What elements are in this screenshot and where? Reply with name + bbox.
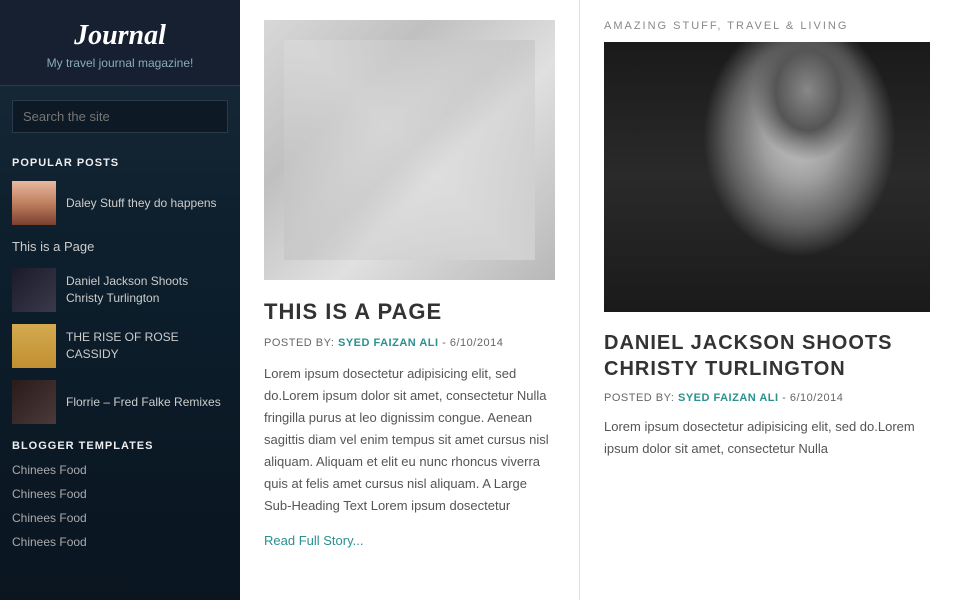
meta-date: - 6/10/2014 [442, 337, 503, 349]
right-article: AMAZING STUFF, TRAVEL & LIVING DANIEL JA… [580, 0, 954, 600]
read-more-link[interactable]: Read Full Story... [264, 533, 555, 548]
center-article: THIS IS A PAGE POSTED BY: SYED FAIZAN AL… [240, 0, 580, 600]
meta-prefix: POSTED BY: [264, 337, 334, 349]
right-meta-date: - 6/10/2014 [782, 392, 843, 404]
right-article-body: Lorem ipsum dosectetur adipisicing elit,… [604, 416, 930, 460]
blogger-link-4[interactable]: Chinees Food [0, 530, 240, 554]
post-thumb-3 [12, 324, 56, 368]
blogger-templates-label: BLOGGER TEMPLATES [0, 430, 240, 458]
right-article-meta: POSTED BY: SYED FAIZAN ALI - 6/10/2014 [604, 392, 930, 404]
sidebar-header: Journal My travel journal magazine! [0, 0, 240, 86]
site-subtitle: My travel journal magazine! [15, 56, 225, 70]
search-input[interactable] [12, 100, 228, 133]
article-image [264, 20, 555, 280]
article-body: Lorem ipsum dosectetur adipisicing elit,… [264, 363, 555, 518]
post-thumb-4 [12, 380, 56, 424]
right-photo [604, 42, 930, 312]
post-title-3: THE RISE OF ROSE CASSIDY [66, 329, 228, 363]
right-meta-prefix: POSTED BY: [604, 392, 674, 404]
sidebar: Journal My travel journal magazine! POPU… [0, 0, 240, 600]
search-box[interactable] [12, 100, 228, 133]
blogger-link-3[interactable]: Chinees Food [0, 506, 240, 530]
post-thumb-1 [12, 181, 56, 225]
popular-post-4[interactable]: Florrie – Fred Falke Remixes [0, 374, 240, 430]
main-content: THIS IS A PAGE POSTED BY: SYED FAIZAN AL… [240, 0, 954, 600]
blogger-link-2[interactable]: Chinees Food [0, 482, 240, 506]
post-thumb-2 [12, 268, 56, 312]
post-title-1: Daley Stuff they do happens [66, 195, 217, 212]
right-meta-author: SYED FAIZAN ALI [678, 392, 779, 404]
article-meta: POSTED BY: SYED FAIZAN ALI - 6/10/2014 [264, 337, 555, 349]
popular-post-1[interactable]: Daley Stuff they do happens [0, 175, 240, 231]
popular-post-2[interactable]: Daniel Jackson Shoots Christy Turlington [0, 262, 240, 318]
meta-author: SYED FAIZAN ALI [338, 337, 439, 349]
page-link[interactable]: This is a Page [0, 231, 240, 262]
post-title-2: Daniel Jackson Shoots Christy Turlington [66, 273, 228, 307]
article-title: THIS IS A PAGE [264, 298, 555, 327]
blogger-link-1[interactable]: Chinees Food [0, 458, 240, 482]
bw-hair [718, 42, 897, 204]
popular-posts-label: POPULAR POSTS [0, 147, 240, 175]
right-category: AMAZING STUFF, TRAVEL & LIVING [604, 20, 930, 32]
popular-post-3[interactable]: THE RISE OF ROSE CASSIDY [0, 318, 240, 374]
site-title: Journal [15, 20, 225, 52]
post-title-4: Florrie – Fred Falke Remixes [66, 394, 221, 411]
right-article-title: DANIEL JACKSON SHOOTS CHRISTY TURLINGTON [604, 330, 930, 382]
